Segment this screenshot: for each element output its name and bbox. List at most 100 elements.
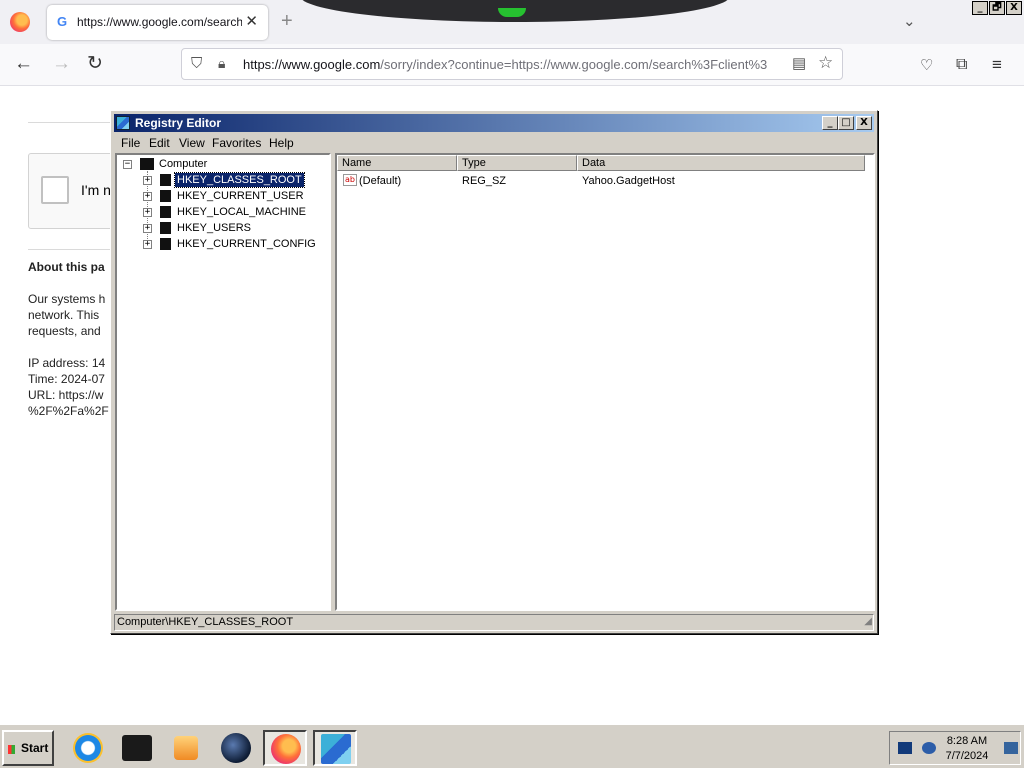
menu-view[interactable]: View <box>179 136 205 150</box>
globe-icon <box>221 733 251 763</box>
resize-grip-icon[interactable]: ◢ <box>864 614 872 629</box>
taskbar-internet-explorer[interactable] <box>66 730 110 766</box>
folder-icon <box>160 174 171 186</box>
status-bar: Computer\HKEY_CLASSES_ROOT ◢ <box>114 614 874 631</box>
tree-label: HKEY_CLASSES_ROOT <box>174 172 305 188</box>
pocket-icon[interactable]: ♡ <box>920 56 933 76</box>
tree-label: HKEY_CURRENT_CONFIG <box>177 238 316 250</box>
close-tab-icon[interactable]: ✕ <box>245 12 258 30</box>
reader-view-icon[interactable]: ▤ <box>792 54 806 72</box>
expand-icon[interactable]: + <box>143 176 152 185</box>
folder-icon <box>160 238 171 250</box>
list-all-tabs-button[interactable]: ⌄ <box>903 12 916 30</box>
value-name: (Default) <box>359 175 402 187</box>
about-title: About this pa <box>28 260 105 274</box>
system-tray: 8:28 AM 7/7/2024 <box>889 731 1021 765</box>
url-text[interactable]: https://www.google.com/sorry/index?conti… <box>243 57 783 72</box>
recaptcha-checkbox[interactable] <box>41 176 69 204</box>
expand-icon[interactable]: + <box>143 192 152 201</box>
value-data: Yahoo.GadgetHost <box>582 175 675 187</box>
taskbar-media-player[interactable] <box>164 730 208 766</box>
close-window-button[interactable]: X <box>1006 1 1022 15</box>
internet-explorer-icon <box>73 733 103 763</box>
restore-window-button[interactable]: 🗗 <box>989 1 1005 15</box>
expand-icon[interactable]: + <box>143 224 152 233</box>
start-button[interactable]: Start <box>2 730 54 766</box>
values-list-pane[interactable]: Name Type Data ab (Default) REG_SZ Yahoo… <box>335 153 875 611</box>
minimize-window-button[interactable]: _ <box>972 1 988 15</box>
firefox-logo-icon[interactable] <box>10 12 30 32</box>
regedit-icon <box>116 116 130 130</box>
new-tab-button[interactable]: + <box>281 10 293 33</box>
minimize-button[interactable]: _ <box>822 116 838 130</box>
column-header-row: Name Type Data <box>337 155 873 171</box>
bookmark-star-icon[interactable]: ☆ <box>818 53 833 73</box>
menu-bar: File Edit View Favorites Help <box>114 134 874 152</box>
address-bar[interactable]: ⛉ 🔒︎ https://www.google.com/sorry/index?… <box>181 48 843 80</box>
browser-nav-bar: ← → ↻ ⛉ 🔒︎ https://www.google.com/sorry/… <box>0 44 1024 86</box>
registry-editor-window: Registry Editor _ □ X File Edit View Fav… <box>110 110 878 634</box>
body-line: Our systems h <box>28 292 106 306</box>
tree-label: HKEY_USERS <box>177 222 251 234</box>
ip-address-line: IP address: 14 <box>28 356 106 370</box>
string-value-icon: ab <box>343 174 357 186</box>
window-title: Registry Editor <box>135 116 222 130</box>
media-player-icon <box>174 736 198 760</box>
column-header-type[interactable]: Type <box>457 155 577 171</box>
menu-favorites[interactable]: Favorites <box>212 136 261 150</box>
url-line[interactable]: URL: https://w <box>28 388 103 402</box>
body-line: network. This <box>28 308 100 322</box>
menu-icon[interactable]: ≡ <box>992 55 1002 75</box>
menu-file[interactable]: File <box>121 136 140 150</box>
close-button[interactable]: X <box>856 116 872 130</box>
menu-edit[interactable]: Edit <box>149 136 170 150</box>
forward-button[interactable]: → <box>52 54 71 74</box>
regedit-icon <box>321 734 351 764</box>
taskbar-registry-editor[interactable] <box>313 730 357 766</box>
column-header-data[interactable]: Data <box>577 155 865 171</box>
lock-icon[interactable]: 🔒︎ <box>218 55 225 72</box>
time-line: Time: 2024-07 <box>28 372 105 386</box>
maximize-button[interactable]: □ <box>838 116 854 130</box>
registry-editor-titlebar[interactable]: Registry Editor _ □ X <box>114 114 874 132</box>
url-line[interactable]: %2F%2Fa%2F <box>28 404 109 418</box>
taskbar-globe[interactable] <box>214 730 258 766</box>
column-header-name[interactable]: Name <box>337 155 457 171</box>
tree-label: Computer <box>159 158 208 170</box>
taskbar: Start 8:28 AM 7/7/2024 <box>0 724 1024 768</box>
clock-date[interactable]: 7/7/2024 <box>942 750 992 762</box>
tree-label: HKEY_LOCAL_MACHINE <box>177 206 306 218</box>
taskbar-terminal[interactable] <box>115 730 159 766</box>
browser-tab[interactable]: G https://www.google.com/search?c ✕ <box>47 5 268 40</box>
google-favicon-icon: G <box>57 14 68 29</box>
divider <box>28 122 110 123</box>
collapse-icon[interactable]: − <box>123 160 132 169</box>
tab-title: https://www.google.com/search?c <box>77 15 242 29</box>
menu-help[interactable]: Help <box>269 136 294 150</box>
firefox-icon <box>271 734 301 764</box>
network-icon[interactable] <box>898 742 912 754</box>
taskbar-firefox[interactable] <box>263 730 307 766</box>
terminal-icon <box>122 735 152 761</box>
key-tree-pane[interactable]: − Computer + HKEY_CLASSES_ROOT + HKEY_CU… <box>115 153 331 611</box>
folder-icon <box>160 222 171 234</box>
start-label: Start <box>21 741 49 755</box>
value-type: REG_SZ <box>462 175 507 187</box>
folder-icon <box>160 190 171 202</box>
volume-icon[interactable] <box>922 742 936 754</box>
tracking-protection-icon[interactable]: ⛉ <box>191 55 202 72</box>
extensions-icon[interactable]: ⧉ <box>956 55 967 75</box>
expand-icon[interactable]: + <box>143 208 152 217</box>
recaptcha-label: I'm n <box>81 182 111 198</box>
notification-icon[interactable] <box>1004 742 1018 754</box>
reload-button[interactable]: ↻ <box>87 54 103 74</box>
folder-icon <box>160 206 171 218</box>
expand-icon[interactable]: + <box>143 240 152 249</box>
status-path: Computer\HKEY_CLASSES_ROOT <box>117 616 294 628</box>
tree-label: HKEY_CURRENT_USER <box>177 190 304 202</box>
back-button[interactable]: ← <box>14 54 33 74</box>
windows-flag-icon <box>8 745 15 754</box>
clock-time[interactable]: 8:28 AM <box>942 735 992 747</box>
browser-tab-bar: G https://www.google.com/search?c ✕ + ⌄ … <box>0 0 1024 44</box>
body-line: requests, and <box>28 324 101 338</box>
